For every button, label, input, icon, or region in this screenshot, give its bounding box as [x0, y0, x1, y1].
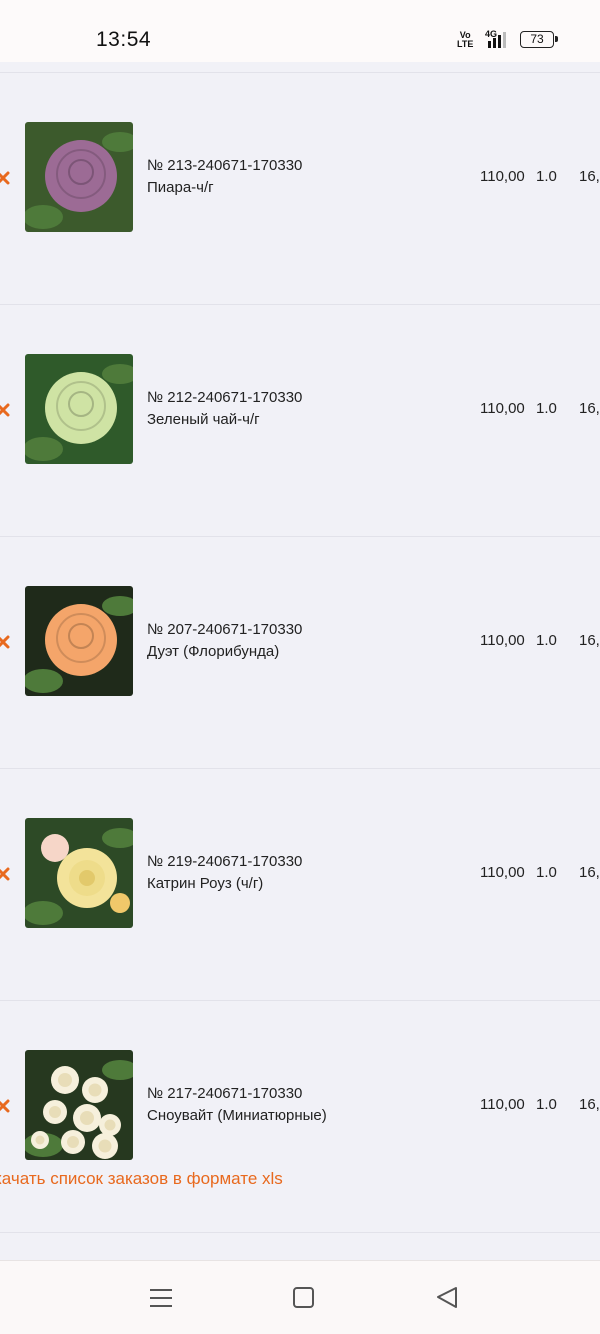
item-description: № 213-240671-170330 Пиара-ч/г	[147, 155, 302, 199]
item-name: Дуэт (Флорибунда)	[147, 643, 280, 660]
item-name: Катрин Роуз (ч/г)	[147, 875, 264, 892]
item-order-number: № 212-240671-170330	[147, 389, 303, 406]
menu-icon[interactable]	[146, 1283, 176, 1313]
volte-indicator: Vo LTE	[457, 30, 474, 49]
item-description: № 219-240671-170330 Катрин Роуз (ч/г)	[147, 851, 302, 895]
network-type-label: 4G	[485, 29, 497, 39]
battery-icon: 73	[520, 31, 558, 48]
item-sum: 16,	[579, 1096, 600, 1113]
item-description: № 207-240671-170330 Дуэт (Флорибунда)	[147, 619, 302, 663]
item-sum: 16,	[579, 632, 600, 649]
item-price: 110,00	[480, 864, 525, 881]
remove-item-icon[interactable]	[0, 635, 10, 649]
status-time: 13:54	[96, 28, 152, 51]
item-name: Сноувайт (Миниатюрные)	[147, 1107, 327, 1124]
item-sum: 16,	[579, 400, 600, 417]
signal-icon: 4G	[481, 29, 513, 54]
download-xls-link[interactable]: качать список заказов в формате xls	[0, 1169, 283, 1189]
orders-list: № 213-240671-170330 Пиара-ч/г 110,00 1.0 16,…	[0, 62, 600, 1260]
white-roses-photo[interactable]	[25, 1050, 133, 1160]
item-order-number: № 207-240671-170330	[147, 621, 303, 638]
item-qty: 1.0	[536, 400, 557, 417]
home-square-icon[interactable]	[289, 1283, 319, 1313]
purple-rose-photo[interactable]	[25, 122, 133, 232]
order-row: № 213-240671-170330 Пиара-ч/г 110,00 1.0 16,	[0, 73, 600, 305]
peach-rose-photo[interactable]	[25, 586, 133, 696]
item-sum: 16,	[579, 864, 600, 881]
yellow-rose-photo[interactable]	[25, 818, 133, 928]
item-sum: 16,	[579, 168, 600, 185]
status-bar: 13:54 Vo LTE 4G 73	[0, 0, 600, 62]
item-price: 110,00	[480, 632, 525, 649]
order-row: № 219-240671-170330 Катрин Роуз (ч/г) 110,…	[0, 769, 600, 1001]
order-row: № 212-240671-170330 Зеленый чай-ч/г 110,00…	[0, 305, 600, 537]
item-qty: 1.0	[536, 864, 557, 881]
item-description: № 212-240671-170330 Зеленый чай-ч/г	[147, 387, 302, 431]
item-name: Пиара-ч/г	[147, 179, 214, 196]
item-qty: 1.0	[536, 632, 557, 649]
item-qty: 1.0	[536, 1096, 557, 1113]
battery-level: 73	[530, 32, 544, 46]
order-row: № 207-240671-170330 Дуэт (Флорибунда) 110,…	[0, 537, 600, 769]
remove-item-icon[interactable]	[0, 171, 10, 185]
green-rose-photo[interactable]	[25, 354, 133, 464]
remove-item-icon[interactable]	[0, 867, 10, 881]
item-price: 110,00	[480, 400, 525, 417]
item-name: Зеленый чай-ч/г	[147, 411, 260, 428]
remove-item-icon[interactable]	[0, 403, 10, 417]
item-price: 110,00	[480, 1096, 525, 1113]
item-price: 110,00	[480, 168, 525, 185]
item-description: № 217-240671-170330 Сноувайт (Миниатюрные…	[147, 1083, 327, 1127]
order-row: № 217-240671-170330 Сноувайт (Миниатюрные…	[0, 1001, 600, 1233]
system-nav-bar	[0, 1260, 600, 1334]
item-qty: 1.0	[536, 168, 557, 185]
back-triangle-icon[interactable]	[432, 1283, 462, 1313]
item-order-number: № 217-240671-170330	[147, 1085, 303, 1102]
item-order-number: № 219-240671-170330	[147, 853, 303, 870]
remove-item-icon[interactable]	[0, 1099, 10, 1113]
item-order-number: № 213-240671-170330	[147, 157, 303, 174]
